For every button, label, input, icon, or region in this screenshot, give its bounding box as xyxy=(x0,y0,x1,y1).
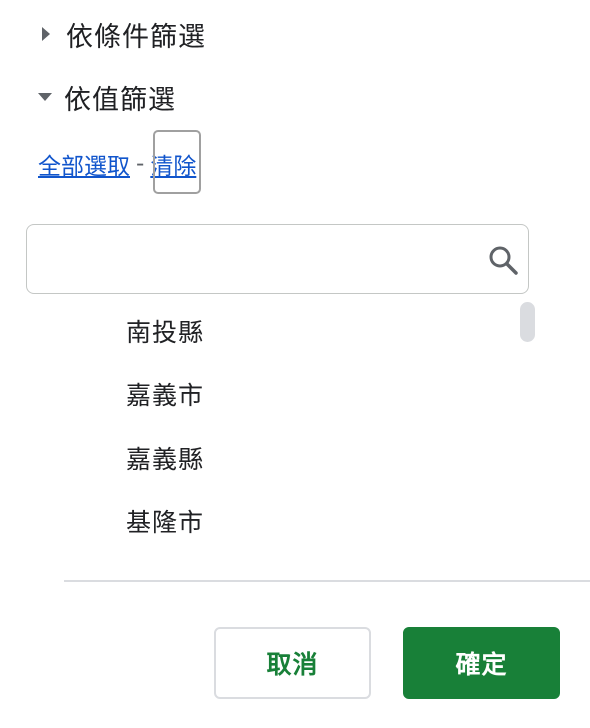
value-item-nantou-county[interactable]: 南投縣 xyxy=(126,313,204,353)
value-list-scrollbar-thumb[interactable] xyxy=(520,302,535,342)
value-item-chiayi-city[interactable]: 嘉義市 xyxy=(126,376,204,416)
search-icon[interactable] xyxy=(486,243,520,277)
footer-divider xyxy=(64,580,590,582)
value-search-box[interactable] xyxy=(26,224,529,294)
caret-down-icon xyxy=(38,93,52,101)
cancel-button[interactable]: 取消 xyxy=(214,627,371,699)
caret-right-icon xyxy=(42,27,50,41)
clear-link[interactable]: 清除 xyxy=(150,147,196,181)
filter-by-condition-toggle[interactable]: 依條件篩選 xyxy=(38,14,206,54)
filter-by-condition-label: 依條件篩選 xyxy=(66,21,206,53)
value-item-keelung-city[interactable]: 基隆市 xyxy=(126,503,204,543)
value-item-chiayi-county[interactable]: 嘉義縣 xyxy=(126,440,204,480)
filter-by-values-label: 依值篩選 xyxy=(64,84,176,116)
filter-by-values-toggle[interactable]: 依值篩選 xyxy=(38,77,176,117)
selection-links: 全部選取 - 清除 xyxy=(38,142,196,186)
ok-button[interactable]: 確定 xyxy=(403,627,560,699)
links-separator: - xyxy=(136,151,145,177)
value-list[interactable]: 南投縣 嘉義市 嘉義縣 基隆市 xyxy=(26,298,542,558)
value-search-input[interactable] xyxy=(39,239,483,281)
select-all-link[interactable]: 全部選取 xyxy=(38,147,130,181)
